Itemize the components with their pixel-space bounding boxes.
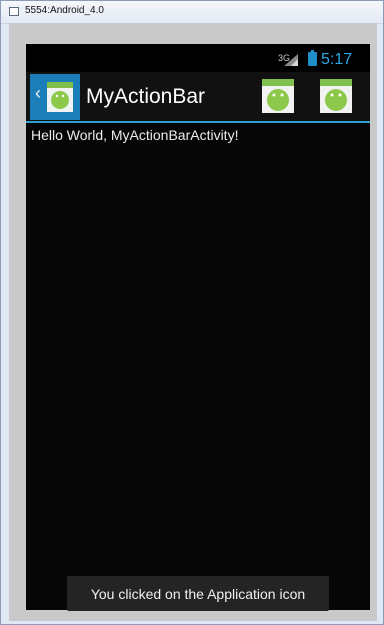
content-area: Hello World, MyActionBarActivity! You cl… bbox=[26, 123, 370, 611]
home-up-button[interactable]: ‹ bbox=[30, 74, 80, 120]
window-titlebar[interactable]: 5554:Android_4.0 bbox=[1, 1, 383, 24]
toast: You clicked on the Application icon bbox=[67, 576, 329, 611]
screen: 3G 5:17 ‹ MyActionBar Hello World, MyAct… bbox=[26, 44, 370, 611]
android-icon[interactable] bbox=[320, 79, 352, 113]
emulator-window: 5554:Android_4.0 3G 5:17 ‹ MyActionBar H… bbox=[0, 0, 384, 625]
action-bar: ‹ MyActionBar bbox=[26, 72, 370, 123]
battery-icon bbox=[308, 50, 317, 66]
signal-icon bbox=[284, 54, 298, 66]
device-screen: 3G 5:17 ‹ MyActionBar Hello World, MyAct… bbox=[26, 44, 370, 611]
window-title: 5554:Android_4.0 bbox=[25, 5, 104, 16]
status-time: 5:17 bbox=[321, 51, 353, 68]
status-bar: 3G 5:17 bbox=[26, 44, 370, 72]
toast-message: You clicked on the Application icon bbox=[90, 585, 306, 602]
action-bar-title: MyActionBar bbox=[86, 85, 206, 108]
android-icon[interactable] bbox=[262, 79, 294, 113]
window-icon bbox=[9, 7, 19, 16]
app-icon bbox=[47, 82, 73, 112]
up-chevron-icon: ‹ bbox=[35, 83, 41, 103]
hello-text: Hello World, MyActionBarActivity! bbox=[31, 127, 239, 143]
